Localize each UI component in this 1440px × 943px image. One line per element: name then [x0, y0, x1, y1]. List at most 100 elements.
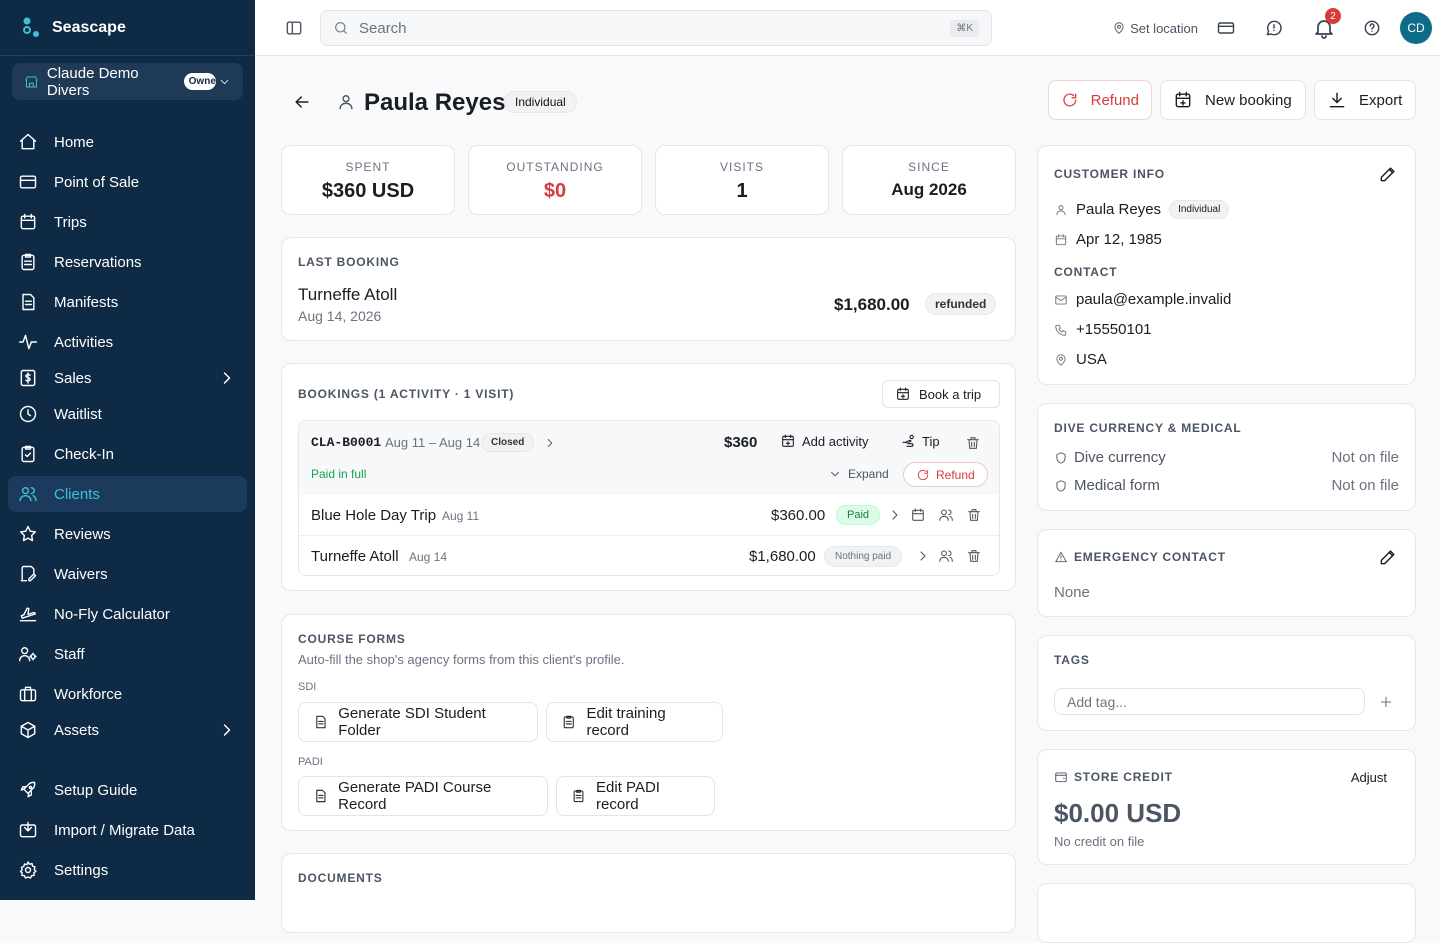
- search-placeholder: Search: [359, 19, 407, 37]
- box-icon: [20, 721, 36, 739]
- sidebar-item-assets[interactable]: Assets: [8, 712, 247, 748]
- new-booking-label: New booking: [1205, 91, 1292, 109]
- sidebar-item-point-of-sale[interactable]: Point of Sale: [8, 164, 247, 200]
- trip-row[interactable]: Turneffe Atoll Aug 14 $1,680.00 Nothing …: [299, 536, 999, 575]
- last-booking-card[interactable]: LAST BOOKING Turneffe Atoll Aug 14, 2026…: [281, 237, 1016, 341]
- calendar-plus-icon: [1175, 91, 1191, 108]
- trip-amount: $360.00: [771, 507, 826, 524]
- help-icon[interactable]: [1362, 18, 1382, 38]
- set-location-button[interactable]: Set location: [1112, 21, 1198, 36]
- booking-dates: Aug 11 – Aug 14: [385, 435, 481, 450]
- adjust-button[interactable]: Adjust: [1351, 770, 1387, 785]
- sidebar-item-home[interactable]: Home: [8, 124, 247, 160]
- expand-button[interactable]: Expand: [828, 467, 889, 481]
- sidebar-item-activities[interactable]: Activities: [8, 324, 247, 360]
- edit-pencil-icon[interactable]: [1378, 547, 1398, 567]
- email-row[interactable]: paula@example.invalid: [1054, 291, 1231, 308]
- booking-code[interactable]: CLA-B0001: [311, 435, 381, 450]
- register-icon[interactable]: [1216, 18, 1236, 38]
- trip-row[interactable]: Blue Hole Day Trip Aug 11 $360.00 Paid: [299, 495, 999, 536]
- date-of-birth: Apr 12, 1985: [1076, 231, 1162, 248]
- tip-button[interactable]: Tip: [901, 433, 940, 449]
- edit-padi-record-button[interactable]: Edit PADI record: [556, 776, 715, 816]
- generate-sdi-folder-button[interactable]: Generate SDI Student Folder: [298, 702, 538, 742]
- users-icon[interactable]: [938, 548, 954, 564]
- hand-coins-icon: [902, 434, 914, 447]
- refund-button[interactable]: Refund: [1048, 80, 1152, 120]
- document-icon: [22, 293, 35, 311]
- edit-training-record-button[interactable]: Edit training record: [546, 702, 723, 742]
- calendar-icon: [20, 213, 36, 230]
- sidebar-item-trips[interactable]: Trips: [8, 204, 247, 240]
- generate-padi-record-button[interactable]: Generate PADI Course Record: [298, 776, 548, 816]
- brand[interactable]: Seascape: [20, 16, 126, 40]
- trash-icon[interactable]: [965, 435, 981, 451]
- shield-icon: [1056, 451, 1066, 464]
- section-title: DIVE CURRENCY & MEDICAL: [1054, 421, 1242, 435]
- chevron-right-icon[interactable]: [887, 507, 903, 523]
- clipboard-icon: [21, 253, 35, 271]
- sidebar-item-sales[interactable]: Sales: [8, 360, 247, 396]
- status-badge: refunded: [925, 293, 997, 315]
- button-label: Generate PADI Course Record: [338, 779, 492, 813]
- chevron-right-icon[interactable]: [543, 436, 557, 450]
- chevron-down-icon: [831, 471, 839, 477]
- notifications-button[interactable]: 2: [1312, 8, 1341, 40]
- sidebar-item-manifests[interactable]: Manifests: [8, 284, 247, 320]
- add-activity-button[interactable]: Add activity: [780, 433, 868, 449]
- sidebar-item-label: Trips: [54, 213, 87, 231]
- org-switcher[interactable]: Claude Demo Divers Owner: [12, 63, 243, 100]
- section-title: LAST BOOKING: [298, 255, 400, 269]
- users-icon[interactable]: [938, 507, 954, 523]
- section-title: CUSTOMER INFO: [1054, 167, 1165, 181]
- plus-icon[interactable]: [1378, 694, 1394, 710]
- edit-pencil-icon[interactable]: [1378, 164, 1398, 184]
- sidebar-item-staff[interactable]: Staff: [8, 636, 247, 672]
- sidebar-item-clients[interactable]: Clients: [8, 476, 247, 512]
- button-label: Edit training record: [586, 705, 666, 739]
- avatar[interactable]: CD: [1400, 12, 1432, 44]
- sidebar-item-import-migrate-data[interactable]: Import / Migrate Data: [8, 812, 247, 848]
- shield-icon: [1056, 479, 1066, 492]
- chevron-right-icon[interactable]: [915, 548, 931, 564]
- tip-label: Tip: [922, 433, 940, 449]
- search-input[interactable]: Search ⌘K: [320, 10, 992, 46]
- sidebar-toggle-icon[interactable]: [284, 18, 304, 38]
- add-tag-input[interactable]: [1054, 688, 1365, 715]
- sidebar-item-workforce[interactable]: Workforce: [8, 676, 247, 712]
- sidebar-item-check-in[interactable]: Check-In: [8, 436, 247, 472]
- store-credit-amount: $0.00 USD: [1054, 798, 1182, 828]
- sidebar-item-settings[interactable]: Settings: [8, 852, 247, 888]
- new-booking-button[interactable]: New booking: [1160, 80, 1306, 120]
- book-a-trip-button[interactable]: Book a trip: [882, 380, 1000, 408]
- section-title: DOCUMENTS: [298, 871, 383, 885]
- sidebar-item-reservations[interactable]: Reservations: [8, 244, 247, 280]
- payment-status: Paid in full: [311, 467, 367, 481]
- booking-header: CLA-B0001 Aug 11 – Aug 14 Closed $360 Ad…: [299, 421, 999, 495]
- sidebar-item-no-fly-calculator[interactable]: No-Fly Calculator: [8, 596, 247, 632]
- section-subtitle: CONTACT: [1054, 265, 1118, 279]
- dive-medical-card: DIVE CURRENCY & MEDICAL Dive currency No…: [1037, 403, 1416, 511]
- clipboard-icon: [573, 789, 584, 803]
- trash-icon[interactable]: [966, 548, 982, 564]
- import-icon: [19, 821, 37, 838]
- stat-value: $0: [543, 180, 567, 202]
- back-arrow-icon[interactable]: [292, 92, 312, 112]
- map-pin-icon: [1114, 22, 1124, 34]
- export-button[interactable]: Export: [1314, 80, 1416, 120]
- activity-icon: [18, 334, 38, 350]
- client-type-badge: Individual: [1169, 200, 1230, 219]
- phone-row[interactable]: +15550101: [1054, 321, 1152, 338]
- sidebar-item-waivers[interactable]: Waivers: [8, 556, 247, 592]
- calendar-icon[interactable]: [910, 507, 926, 523]
- chat-icon[interactable]: [1264, 18, 1284, 38]
- store-credit-card: STORE CREDIT Adjust $0.00 USD No credit …: [1037, 749, 1416, 865]
- card-icon: [19, 175, 37, 189]
- sidebar-item-setup-guide[interactable]: Setup Guide: [8, 772, 247, 808]
- sidebar-item-reviews[interactable]: Reviews: [8, 516, 247, 552]
- trash-icon[interactable]: [966, 507, 982, 523]
- booking-refund-button[interactable]: Refund: [903, 462, 988, 487]
- sidebar-item-label: Import / Migrate Data: [54, 821, 195, 839]
- agency-label: PADI: [298, 756, 323, 768]
- sidebar-item-waitlist[interactable]: Waitlist: [8, 396, 247, 432]
